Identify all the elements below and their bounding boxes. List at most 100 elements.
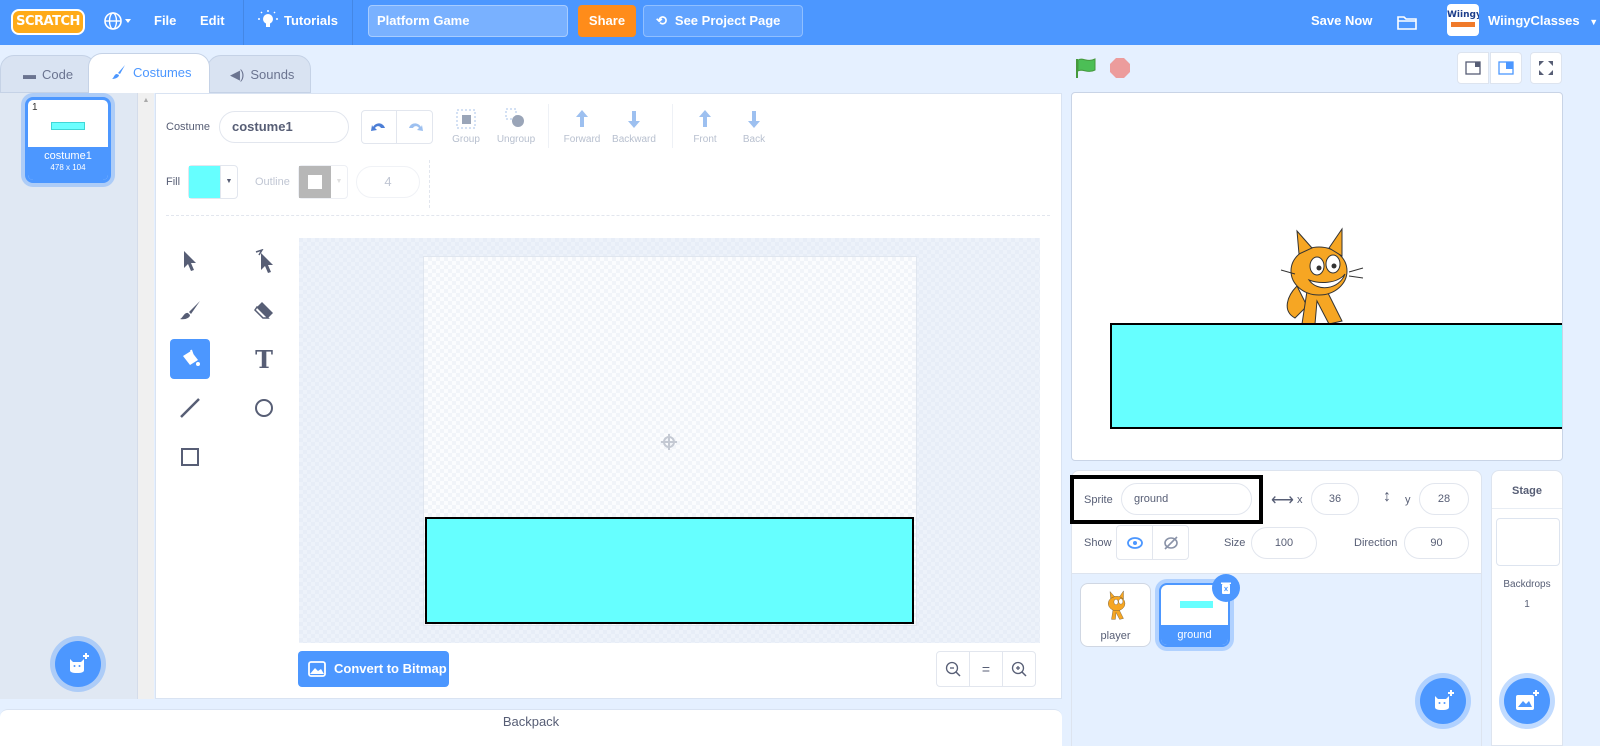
undo-button[interactable] — [362, 111, 397, 143]
fill-color-picker[interactable]: ▼ — [188, 165, 238, 199]
code-icon: ▬ — [23, 67, 36, 82]
redo-icon — [408, 123, 423, 131]
zoom-in-button[interactable] — [1003, 652, 1035, 686]
backward-button[interactable]: Backward — [604, 108, 664, 145]
zoom-reset-button[interactable]: = — [970, 652, 1003, 686]
trash-icon — [1221, 582, 1231, 594]
tab-costumes[interactable]: Costumes — [88, 53, 210, 93]
avatar-stripe — [1451, 22, 1475, 27]
remix-icon: ⟲ — [656, 13, 667, 28]
globe-icon — [104, 12, 131, 30]
redo-button[interactable] — [397, 111, 432, 143]
share-button[interactable]: Share — [578, 5, 636, 37]
hide-sprite-button[interactable] — [1152, 525, 1189, 560]
scroll-up-arrow[interactable]: ▲ — [138, 97, 154, 104]
backward-label: Backward — [612, 134, 656, 145]
rotation-center-icon — [661, 434, 677, 450]
save-now-button[interactable]: Save Now — [1311, 0, 1372, 45]
file-menu[interactable]: File — [154, 0, 176, 45]
tab-code[interactable]: ▬ Code — [0, 55, 96, 93]
tutorials-button[interactable]: Tutorials — [258, 0, 338, 45]
toolbar-divider — [429, 160, 430, 208]
choose-sprite-button[interactable] — [1420, 678, 1466, 724]
ungroup-button[interactable]: Ungroup — [486, 108, 546, 145]
ground-sprite[interactable] — [1110, 323, 1562, 429]
my-stuff-button[interactable] — [1396, 0, 1418, 45]
project-title-input[interactable]: Platform Game — [368, 5, 568, 37]
normal-stage-icon — [1498, 61, 1514, 75]
tab-sounds[interactable]: ◀) Sounds — [207, 55, 311, 93]
green-flag-icon[interactable] — [1075, 57, 1099, 79]
x-input[interactable]: 36 — [1311, 483, 1359, 515]
account-menu[interactable]: WiingyClasses ▼ — [1488, 0, 1598, 45]
brush-tool[interactable] — [170, 290, 210, 330]
size-input[interactable]: 100 — [1251, 527, 1317, 559]
outline-color-picker[interactable]: ▼ — [298, 165, 348, 199]
scratch-logo[interactable]: SCRATCH — [11, 9, 85, 35]
folder-icon — [1397, 16, 1417, 30]
outline-width-input[interactable]: 4 — [356, 166, 420, 198]
undo-icon — [371, 123, 385, 131]
normal-stage-button[interactable] — [1490, 52, 1522, 84]
edit-menu[interactable]: Edit — [200, 0, 225, 45]
text-tool[interactable]: T — [244, 339, 284, 379]
language-menu[interactable] — [103, 0, 133, 45]
forward-button[interactable]: Forward — [552, 108, 612, 145]
brush-icon — [112, 65, 125, 79]
fullscreen-button[interactable] — [1530, 52, 1562, 84]
rectangle-icon — [181, 448, 199, 466]
costume-label: costume1 478 x 104 — [28, 147, 108, 180]
see-project-page-button[interactable]: ⟲ See Project Page — [643, 5, 803, 37]
zoom-out-button[interactable] — [937, 652, 970, 686]
toolbar-separator — [166, 215, 1050, 216]
group-icon — [456, 109, 476, 129]
ungroup-label: Ungroup — [496, 134, 536, 145]
circle-tool[interactable] — [244, 388, 284, 428]
sprite-tile-player[interactable]: player — [1080, 583, 1151, 647]
zoom-in-icon — [1011, 661, 1027, 677]
costume-name-input[interactable]: costume1 — [219, 111, 349, 143]
tab-costumes-label: Costumes — [133, 65, 192, 80]
cat-add-icon — [1435, 690, 1454, 710]
costume-list — [0, 93, 138, 699]
rectangle-tool[interactable] — [170, 437, 210, 477]
eraser-tool[interactable] — [244, 290, 284, 330]
scratch-cat-sprite[interactable] — [1267, 226, 1367, 326]
stage-thumbnail[interactable] — [1496, 518, 1560, 566]
menu-bar: SCRATCH File Edit Tutorials Platform Gam… — [0, 0, 1600, 45]
costume-list-scrollbar[interactable]: ▲ — [138, 93, 154, 699]
eye-icon — [1126, 536, 1143, 549]
stop-icon[interactable] — [1109, 57, 1131, 79]
line-tool[interactable] — [170, 388, 210, 428]
reshape-tool[interactable] — [244, 241, 284, 281]
fill-tool[interactable] — [170, 339, 210, 379]
outline-label: Outline — [255, 176, 290, 188]
group-label: Group — [452, 134, 480, 145]
brush-icon — [180, 301, 200, 320]
tutorials-label: Tutorials — [284, 13, 338, 28]
menu-divider — [243, 0, 244, 45]
ungroup-icon — [505, 108, 524, 127]
convert-to-bitmap-button[interactable]: Convert to Bitmap — [298, 651, 449, 687]
reshape-icon — [255, 249, 273, 273]
y-input[interactable]: 28 — [1419, 483, 1469, 515]
back-button[interactable]: Back — [724, 108, 784, 145]
y-label: y — [1405, 494, 1411, 506]
direction-input[interactable]: 90 — [1404, 527, 1469, 559]
user-avatar[interactable]: Wiingy — [1447, 4, 1479, 36]
costume-thumbnail — [51, 122, 85, 130]
eye-slash-icon — [1163, 535, 1178, 550]
see-project-page-label: See Project Page — [674, 13, 781, 28]
stage-canvas[interactable] — [1071, 92, 1563, 461]
paint-bucket-icon — [183, 349, 200, 366]
choose-costume-button[interactable] — [55, 641, 101, 687]
text-icon: T — [255, 344, 273, 374]
backpack[interactable]: Backpack — [0, 709, 1062, 746]
small-stage-button[interactable] — [1457, 52, 1489, 84]
select-tool[interactable] — [170, 241, 210, 281]
ground-shape[interactable] — [425, 517, 914, 624]
show-sprite-button[interactable] — [1116, 525, 1153, 560]
delete-sprite-button[interactable] — [1212, 574, 1240, 602]
costume-tile[interactable]: 1 costume1 478 x 104 — [25, 97, 111, 183]
choose-backdrop-button[interactable] — [1504, 678, 1550, 724]
